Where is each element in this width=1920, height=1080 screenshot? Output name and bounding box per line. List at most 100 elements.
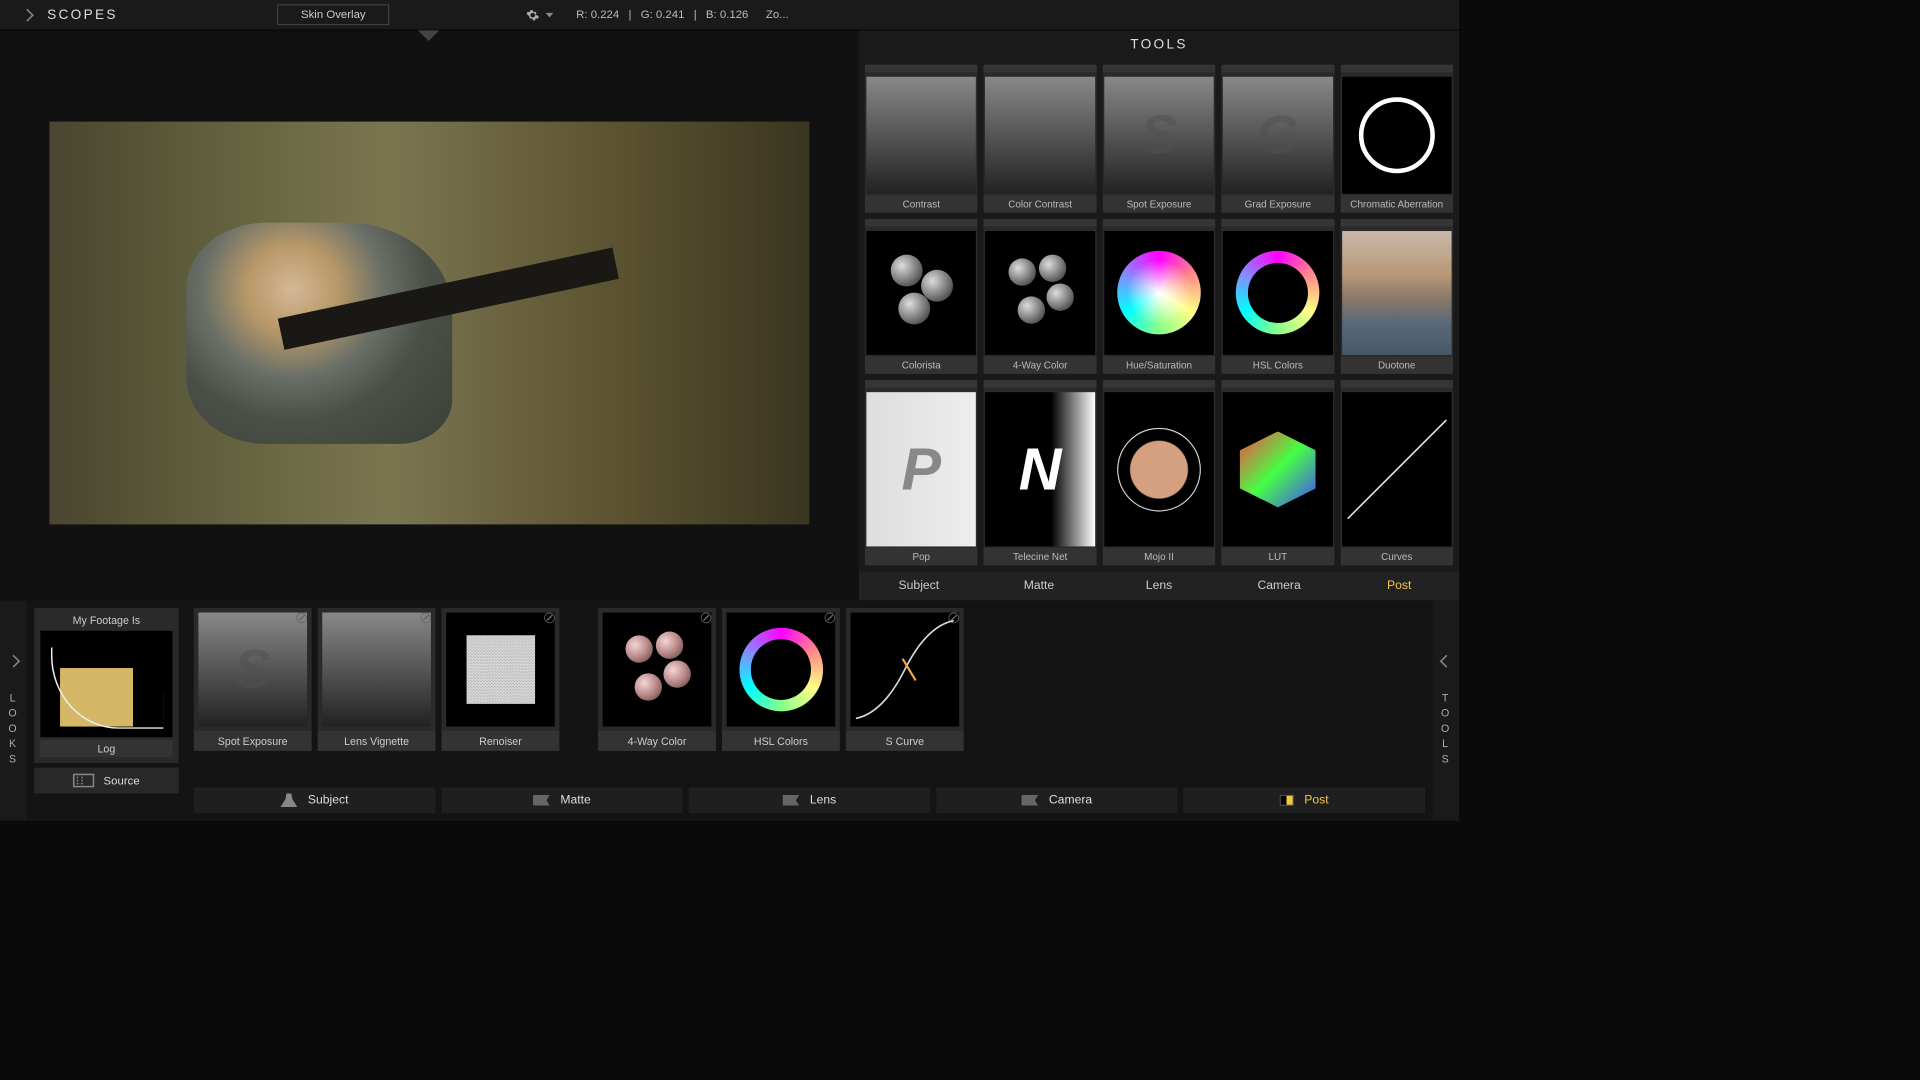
tool-spot-exposure[interactable]: SSpot Exposure xyxy=(1103,65,1216,213)
readout-b: B: 0.126 xyxy=(706,8,748,21)
tools-rail[interactable]: T O O L S xyxy=(1433,600,1460,820)
disable-icon[interactable] xyxy=(296,613,307,624)
chain-item-s-curve[interactable]: S Curve xyxy=(846,608,964,751)
dropdown-icon[interactable] xyxy=(546,13,554,18)
drag-handle[interactable] xyxy=(865,65,978,73)
chain-tab-matte[interactable]: Matte xyxy=(441,787,682,813)
tool-thumb: G xyxy=(1223,77,1333,194)
drag-handle[interactable] xyxy=(1340,65,1453,73)
tool-thumb xyxy=(1104,231,1214,355)
tool-4-way-color[interactable]: 4-Way Color xyxy=(984,219,1097,374)
zoom-readout: Zo... xyxy=(766,8,789,21)
person-icon xyxy=(281,793,298,807)
drag-handle[interactable] xyxy=(984,380,1097,388)
chain-thumb xyxy=(446,613,555,727)
tool-label: LUT xyxy=(1221,548,1334,565)
readout-r: R: 0.224 xyxy=(576,8,619,21)
chain-tab-subject[interactable]: Subject xyxy=(194,787,435,813)
disable-icon[interactable] xyxy=(825,613,836,624)
footage-thumb xyxy=(40,631,172,737)
tool-chromatic-aberration[interactable]: Chromatic Aberration xyxy=(1340,65,1453,213)
chain-item-4-way-color[interactable]: 4-Way Color xyxy=(598,608,716,751)
footage-title: My Footage Is xyxy=(40,614,172,626)
tool-duotone[interactable]: Duotone xyxy=(1340,219,1453,374)
category-tab-matte[interactable]: Matte xyxy=(979,572,1099,601)
chain-item-renoiser[interactable]: Renoiser xyxy=(442,608,560,751)
tool-thumb xyxy=(985,77,1095,194)
tool-label: Color Contrast xyxy=(984,195,1097,212)
tool-lut[interactable]: LUT xyxy=(1221,380,1334,565)
chevron-right-icon xyxy=(21,8,34,21)
drag-handle[interactable] xyxy=(1340,380,1453,388)
disable-icon[interactable] xyxy=(420,613,431,624)
tool-thumb xyxy=(985,231,1095,355)
chain-label: Lens Vignette xyxy=(318,731,436,751)
tool-label: Pop xyxy=(865,548,978,565)
preview-viewer[interactable] xyxy=(0,30,859,600)
tool-thumb xyxy=(1342,77,1452,194)
tool-colorista[interactable]: Colorista xyxy=(865,219,978,374)
scopes-toggle[interactable]: SCOPES xyxy=(0,0,141,30)
category-tab-subject[interactable]: Subject xyxy=(859,572,979,601)
source-button[interactable]: Source xyxy=(34,768,178,794)
tool-thumb: S xyxy=(1104,77,1214,194)
drag-handle[interactable] xyxy=(1221,219,1334,227)
tool-hsl-colors[interactable]: HSL Colors xyxy=(1221,219,1334,374)
looks-rail[interactable]: L O O K S xyxy=(0,600,27,820)
tool-curves[interactable]: Curves xyxy=(1340,380,1453,565)
chain-item-hsl-colors[interactable]: HSL Colors xyxy=(722,608,840,751)
tool-grad-exposure[interactable]: GGrad Exposure xyxy=(1221,65,1334,213)
chain-tab-camera[interactable]: Camera xyxy=(936,787,1177,813)
drag-handle[interactable] xyxy=(1221,380,1334,388)
chain-label: Spot Exposure xyxy=(194,731,312,751)
chain-thumb: S xyxy=(198,613,307,727)
tool-label: Telecine Net xyxy=(984,548,1097,565)
tool-mojo-ii[interactable]: Mojo II xyxy=(1103,380,1216,565)
drag-handle[interactable] xyxy=(1340,219,1453,227)
viewer-arrow-icon xyxy=(418,30,439,41)
effect-chain: S Spot Exposure Lens Vignette Renoiser 4-Way… xyxy=(186,600,1432,820)
tool-telecine-net[interactable]: NTelecine Net xyxy=(984,380,1097,565)
chain-label: S Curve xyxy=(846,731,964,751)
tool-thumb xyxy=(1342,392,1452,546)
drag-handle[interactable] xyxy=(865,219,978,227)
disable-icon[interactable] xyxy=(701,613,712,624)
readout-g: G: 0.241 xyxy=(641,8,685,21)
tool-contrast[interactable]: Contrast xyxy=(865,65,978,213)
drag-handle[interactable] xyxy=(984,219,1097,227)
tool-label: Chromatic Aberration xyxy=(1340,195,1453,212)
tool-thumb xyxy=(1342,231,1452,355)
overlay-dropdown[interactable]: Skin Overlay xyxy=(277,5,389,26)
tool-label: Colorista xyxy=(865,356,978,373)
footage-card[interactable]: My Footage Is Log xyxy=(34,608,178,763)
chain-item-lens-vignette[interactable]: Lens Vignette xyxy=(318,608,436,751)
drag-handle[interactable] xyxy=(1221,65,1334,73)
scopes-label: SCOPES xyxy=(47,7,118,23)
drag-handle[interactable] xyxy=(1103,380,1216,388)
tool-thumb xyxy=(866,231,976,355)
tool-color-contrast[interactable]: Color Contrast xyxy=(984,65,1097,213)
category-tab-post[interactable]: Post xyxy=(1339,572,1459,601)
top-bar: SCOPES Skin Overlay R: 0.224 | G: 0.241 … xyxy=(0,0,1459,30)
drag-handle[interactable] xyxy=(865,380,978,388)
film-icon xyxy=(73,774,94,788)
chain-thumb xyxy=(850,613,959,727)
drag-handle[interactable] xyxy=(1103,219,1216,227)
gear-icon[interactable] xyxy=(526,8,540,22)
drag-handle[interactable] xyxy=(984,65,1097,73)
disable-icon[interactable] xyxy=(544,613,555,624)
category-tab-lens[interactable]: Lens xyxy=(1099,572,1219,601)
drag-handle[interactable] xyxy=(1103,65,1216,73)
rgb-readout: R: 0.224 | G: 0.241 | B: 0.126 xyxy=(576,8,754,21)
flag-icon xyxy=(1022,795,1039,806)
chain-label: 4-Way Color xyxy=(598,731,716,751)
tool-pop[interactable]: PPop xyxy=(865,380,978,565)
chain-label: HSL Colors xyxy=(722,731,840,751)
chain-tab-lens[interactable]: Lens xyxy=(689,787,930,813)
tool-thumb xyxy=(1104,392,1214,546)
chain-tab-post[interactable]: Post xyxy=(1184,787,1425,813)
chain-thumb xyxy=(322,613,431,727)
chain-item-spot-exposure[interactable]: S Spot Exposure xyxy=(194,608,312,751)
category-tab-camera[interactable]: Camera xyxy=(1219,572,1339,601)
tool-hue-saturation[interactable]: Hue/Saturation xyxy=(1103,219,1216,374)
